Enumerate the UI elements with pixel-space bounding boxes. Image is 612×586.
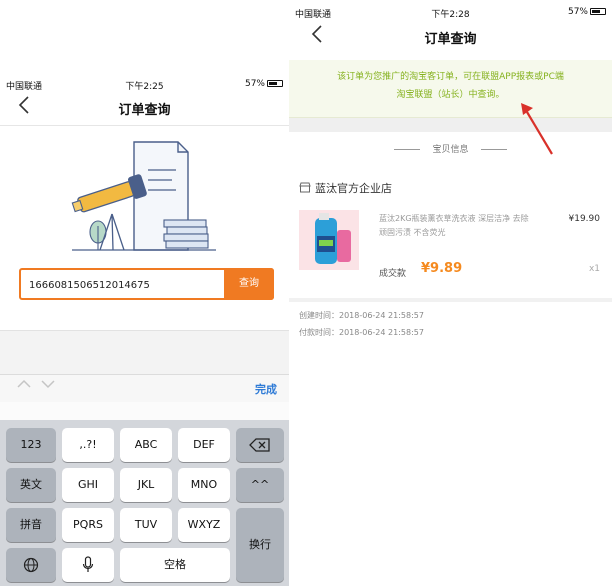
product-image[interactable] <box>299 210 359 270</box>
keyboard: 123 ,.?! ABC DEF 英文 GHI JKL MNO ^^ 拼音 PQ… <box>0 420 289 586</box>
right-phone-screen: 中国联通 下午2:28 57% 订单查询 该订单为您推广的淘宝客订单，可在联盟A… <box>289 0 612 360</box>
section-title: 宝贝信息 <box>289 142 612 155</box>
microphone-icon <box>82 556 94 572</box>
delete-key[interactable] <box>236 428 284 462</box>
product-name[interactable]: 蓝汰2KG瓶装薰衣草洗衣液 深层洁净 去除顽固污渍 不含荧光 <box>379 212 529 240</box>
notice-text: 该订单为您推广的淘宝客订单，可在联盟APP报表或PC端 淘宝联盟（站长）中查询。 <box>301 68 600 104</box>
promo-order-notice: 该订单为您推广的淘宝客订单，可在联盟APP报表或PC端 淘宝联盟（站长）中查询。 <box>289 60 612 118</box>
chevron-up-icon[interactable] <box>16 378 32 394</box>
battery-icon <box>590 8 606 15</box>
key-abc[interactable]: ABC <box>120 428 172 462</box>
deal-label: 成交款 <box>379 269 407 279</box>
space-key[interactable]: 空格 <box>120 548 230 582</box>
shop-row[interactable]: 蓝汰官方企业店 <box>299 180 392 196</box>
left-phone-screen: 中国联通 下午2:25 57% 订单查询 1666081506512014675… <box>0 68 289 586</box>
keyboard-accessory-bar: 完成 <box>0 374 289 402</box>
right-header: 中国联通 下午2:28 57% 订单查询 <box>289 0 612 60</box>
nav-bar: 订单查询 <box>0 90 289 126</box>
order-times: 创建时间：2018-06-24 21:58:57 付款时间：2018-06-24… <box>289 302 612 360</box>
section-gap <box>289 118 612 132</box>
product-quantity: x1 <box>588 264 600 274</box>
battery-icon <box>267 80 283 87</box>
key-123[interactable]: 123 <box>6 428 56 462</box>
chevron-down-icon[interactable] <box>40 378 56 394</box>
backspace-icon <box>249 438 270 452</box>
battery-indicator: 57% <box>568 7 606 17</box>
globe-icon <box>23 557 39 573</box>
emoji-key[interactable]: ^^ <box>236 468 284 502</box>
deal-amount: ¥9.89 <box>421 261 463 276</box>
page-title: 订单查询 <box>118 103 171 118</box>
content-gray-area <box>0 330 289 374</box>
key-tuv[interactable]: TUV <box>120 508 172 542</box>
notice-line-2: 淘宝联盟（站长）中查询。 <box>396 90 505 100</box>
globe-key[interactable] <box>6 548 56 582</box>
shop-name: 蓝汰官方企业店 <box>315 182 392 195</box>
page-title: 订单查询 <box>424 32 477 47</box>
product-price: ¥19.90 <box>568 214 601 224</box>
key-punct[interactable]: ,.?! <box>62 428 114 462</box>
status-time: 下午2:28 <box>431 10 470 20</box>
done-button[interactable]: 完成 <box>255 381 277 397</box>
nav-bar: 订单查询 <box>289 20 612 56</box>
key-ghi[interactable]: GHI <box>62 468 114 502</box>
key-jkl[interactable]: JKL <box>120 468 172 502</box>
key-english[interactable]: 英文 <box>6 468 56 502</box>
battery-percent: 57% <box>567 7 588 17</box>
order-search-box: 查询 <box>19 268 274 300</box>
paid-time: 付款时间：2018-06-24 21:58:57 <box>299 328 424 337</box>
order-number-input[interactable] <box>29 275 219 295</box>
key-mno[interactable]: MNO <box>178 468 230 502</box>
search-button[interactable]: 查询 <box>224 268 274 300</box>
key-def[interactable]: DEF <box>178 428 230 462</box>
notice-line-1: 该订单为您推广的淘宝客订单，可在联盟APP报表或PC端 <box>337 72 564 82</box>
shop-icon <box>299 182 311 193</box>
key-pinyin[interactable]: 拼音 <box>6 508 56 542</box>
key-wxyz[interactable]: WXYZ <box>178 508 230 542</box>
return-key[interactable]: 换行 <box>236 508 284 582</box>
mic-key[interactable] <box>62 548 114 582</box>
telescope-illustration <box>0 126 289 258</box>
telescope-document-illustration <box>71 141 216 251</box>
comparison-stage: 中国联通 下午2:25 57% 订单查询 1666081506512014675… <box>0 0 612 586</box>
battery-percent: 57% <box>244 79 265 89</box>
key-pqrs[interactable]: PQRS <box>62 508 114 542</box>
created-time: 创建时间：2018-06-24 21:58:57 <box>299 311 424 320</box>
product-card: 宝贝信息 蓝汰官方企业店 蓝汰2KG瓶装薰衣草洗衣液 深层洁净 去除顽固污渍 不… <box>289 132 612 298</box>
battery-indicator: 57% <box>245 79 283 89</box>
